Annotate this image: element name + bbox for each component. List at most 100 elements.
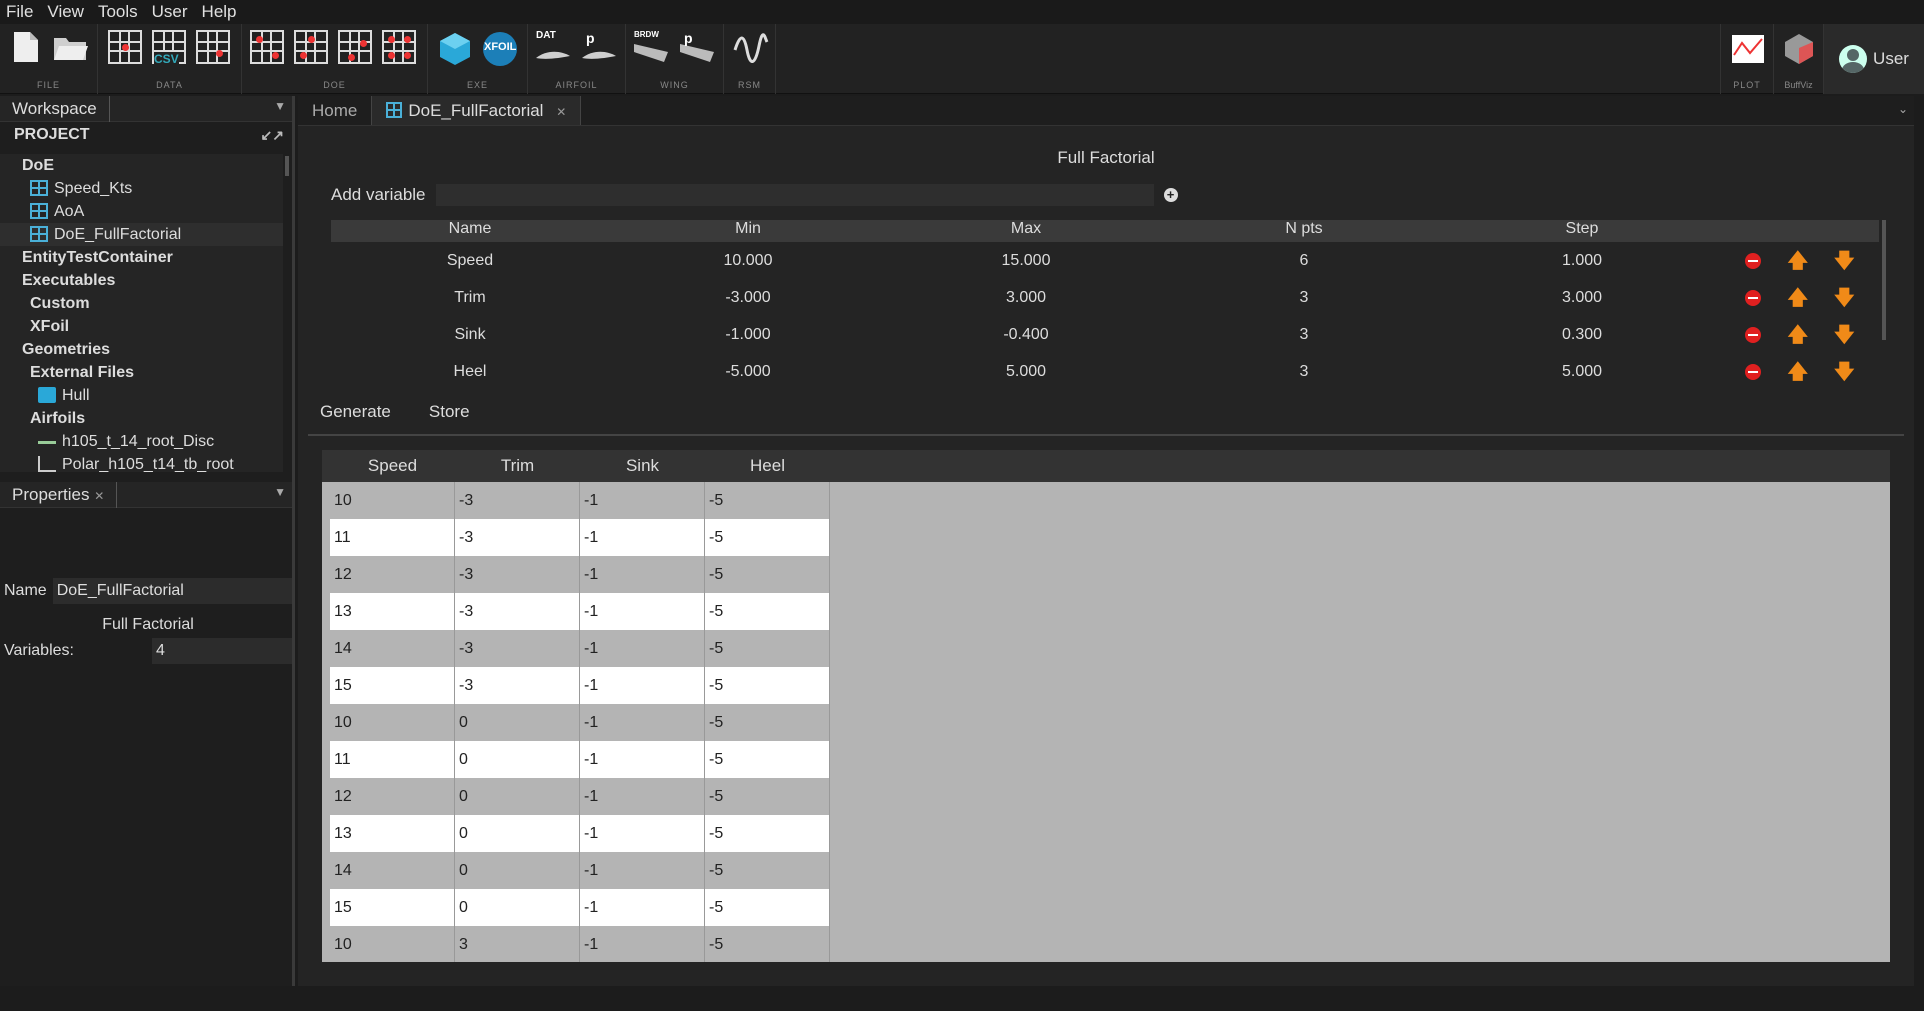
tree-item[interactable]: Hull (0, 384, 283, 407)
table-cell[interactable]: -5 (705, 519, 830, 556)
variable-max-cell[interactable]: -0.400 (887, 326, 1165, 344)
table-cell[interactable]: -5 (705, 889, 830, 926)
remove-variable-icon[interactable] (1745, 326, 1762, 343)
plot-button[interactable] (1729, 30, 1767, 68)
table-cell[interactable]: 0 (455, 815, 580, 852)
menu-file[interactable]: File (6, 2, 33, 22)
variable-npts-cell[interactable]: 3 (1165, 326, 1443, 344)
table-cell[interactable]: -5 (705, 593, 830, 630)
table-cell[interactable]: 0 (455, 778, 580, 815)
table-cell[interactable]: -1 (580, 815, 705, 852)
table-cell[interactable]: 15 (330, 667, 455, 704)
table-cell[interactable]: 10 (330, 926, 455, 962)
row-header[interactable] (322, 556, 330, 593)
table-cell[interactable]: -1 (580, 741, 705, 778)
variable-name-cell[interactable]: Sink (331, 326, 609, 344)
move-up-icon[interactable]: 🡅 (1787, 288, 1808, 308)
row-header[interactable] (322, 815, 330, 852)
table-cell[interactable]: -1 (580, 593, 705, 630)
row-header[interactable] (322, 889, 330, 926)
variables-field[interactable]: 4 (152, 638, 292, 664)
variable-npts-cell[interactable]: 3 (1165, 289, 1443, 307)
chevron-down-icon[interactable]: ▼ (274, 485, 286, 499)
new-file-button[interactable] (12, 30, 50, 68)
table-cell[interactable]: 11 (330, 519, 455, 556)
table-cell[interactable]: 13 (330, 815, 455, 852)
remove-variable-icon[interactable] (1745, 252, 1762, 269)
variable-min-cell[interactable]: -5.000 (609, 363, 887, 381)
close-icon[interactable]: ✕ (556, 105, 566, 119)
move-up-icon[interactable]: 🡅 (1787, 362, 1808, 382)
tree-scrollbar[interactable] (283, 154, 291, 472)
move-down-icon[interactable]: 🡇 (1834, 251, 1855, 271)
table-cell[interactable]: -1 (580, 889, 705, 926)
table-cell[interactable]: 10 (330, 704, 455, 741)
move-down-icon[interactable]: 🡇 (1834, 362, 1855, 382)
table-cell[interactable]: -1 (580, 630, 705, 667)
table-cell[interactable]: -5 (705, 667, 830, 704)
collapse-expand-icon[interactable]: ↙↗ (261, 122, 284, 148)
table-cell[interactable]: -1 (580, 556, 705, 593)
table-cell[interactable]: -1 (580, 926, 705, 962)
properties-tab[interactable]: Properties ✕ (0, 481, 118, 508)
doe-button-3[interactable] (338, 30, 376, 68)
tree-item[interactable]: External Files (0, 361, 283, 384)
csv-button[interactable]: CSV (152, 30, 190, 68)
table-cell[interactable]: -1 (580, 852, 705, 889)
menu-view[interactable]: View (47, 2, 84, 22)
doe-button-4[interactable] (382, 30, 420, 68)
add-variable-input[interactable] (435, 184, 1154, 206)
variable-npts-cell[interactable]: 6 (1165, 252, 1443, 270)
variable-step-cell[interactable]: 1.000 (1443, 252, 1721, 270)
table-cell[interactable]: -1 (580, 667, 705, 704)
tree-item[interactable]: Polar_h105_t14_tb_root (0, 453, 283, 472)
table-cell[interactable]: -5 (705, 704, 830, 741)
table-cell[interactable]: -3 (455, 556, 580, 593)
data-table-button[interactable] (108, 30, 146, 68)
variable-step-cell[interactable]: 3.000 (1443, 289, 1721, 307)
row-header[interactable] (322, 667, 330, 704)
table-cell[interactable]: 10 (330, 482, 455, 519)
wing-brdw-button[interactable]: BRDW (632, 30, 670, 68)
table-cell[interactable]: -5 (705, 741, 830, 778)
table-cell[interactable]: -3 (455, 667, 580, 704)
table-cell[interactable]: -3 (455, 630, 580, 667)
table-cell[interactable]: 13 (330, 593, 455, 630)
name-field[interactable]: DoE_FullFactorial (52, 578, 292, 604)
exe-cube-button[interactable] (436, 30, 474, 68)
airfoil-dat-button[interactable]: DAT (534, 30, 572, 68)
table-cell[interactable]: 14 (330, 630, 455, 667)
table-cell[interactable]: 12 (330, 778, 455, 815)
table-cell[interactable]: 3 (455, 926, 580, 962)
variable-name-cell[interactable]: Heel (331, 363, 609, 381)
tree-item[interactable]: DoE_FullFactorial (0, 223, 283, 246)
user-button[interactable]: User (1824, 24, 1924, 94)
airfoil-p-button[interactable]: p (580, 30, 618, 68)
store-button[interactable]: Store (429, 402, 470, 422)
wing-p-button[interactable]: p (678, 30, 716, 68)
tree-item[interactable]: Airfoils (0, 407, 283, 430)
table-cell[interactable]: -5 (705, 778, 830, 815)
variable-max-cell[interactable]: 15.000 (887, 252, 1165, 270)
move-up-icon[interactable]: 🡅 (1787, 325, 1808, 345)
row-header[interactable] (322, 630, 330, 667)
remove-variable-icon[interactable] (1745, 289, 1762, 306)
row-header[interactable] (322, 704, 330, 741)
tree-item[interactable]: XFoil (0, 315, 283, 338)
remove-variable-icon[interactable] (1745, 363, 1762, 380)
row-header[interactable] (322, 926, 330, 962)
table-cell[interactable]: 0 (455, 852, 580, 889)
variable-name-cell[interactable]: Speed (331, 252, 609, 270)
open-folder-button[interactable] (52, 30, 90, 68)
data-split-button[interactable] (196, 30, 234, 68)
table-cell[interactable]: -5 (705, 482, 830, 519)
menu-user[interactable]: User (152, 2, 188, 22)
table-cell[interactable]: -1 (580, 482, 705, 519)
variable-step-cell[interactable]: 0.300 (1443, 326, 1721, 344)
doe-button-1[interactable] (250, 30, 288, 68)
table-cell[interactable]: 11 (330, 741, 455, 778)
rsm-button[interactable] (732, 30, 770, 68)
table-cell[interactable]: -1 (580, 778, 705, 815)
tree-item[interactable]: Executables (0, 269, 283, 292)
add-variable-plus-icon[interactable]: + (1163, 188, 1178, 202)
